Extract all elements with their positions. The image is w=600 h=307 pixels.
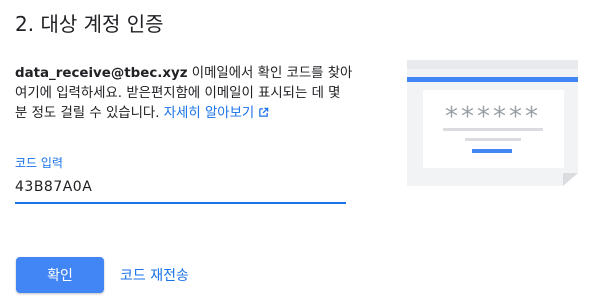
window-titlebar xyxy=(407,60,578,69)
mini-button xyxy=(472,149,512,153)
learn-more-label: 자세히 알아보기 xyxy=(163,106,255,121)
code-input-label: 코드 입력 xyxy=(15,156,63,170)
resend-code-link[interactable]: 코드 재전송 xyxy=(120,265,189,285)
code-input-underline xyxy=(15,202,346,204)
window-accent-bar xyxy=(407,77,578,82)
verify-account-section: 2. 대상 계정 인증 data_receive@tbec.xyz 이메일에서 … xyxy=(0,0,600,307)
code-input[interactable] xyxy=(15,178,346,202)
learn-more-link[interactable]: 자세히 알아보기 xyxy=(164,106,270,121)
confirm-button[interactable]: 확인 xyxy=(16,257,104,293)
target-email: data_receive@tbec.xyz xyxy=(15,66,188,81)
window-fold xyxy=(563,173,578,186)
masked-code-text: ****** xyxy=(445,102,541,132)
instructions: data_receive@tbec.xyz 이메일에서 확인 코드를 찾아 여기… xyxy=(15,64,355,124)
email-code-illustration: ****** xyxy=(407,60,578,186)
section-title: 2. 대상 계정 인증 xyxy=(15,12,164,36)
code-input-container xyxy=(15,178,346,204)
code-line xyxy=(443,128,543,131)
text-line xyxy=(465,138,521,141)
open-in-new-icon xyxy=(259,107,269,117)
